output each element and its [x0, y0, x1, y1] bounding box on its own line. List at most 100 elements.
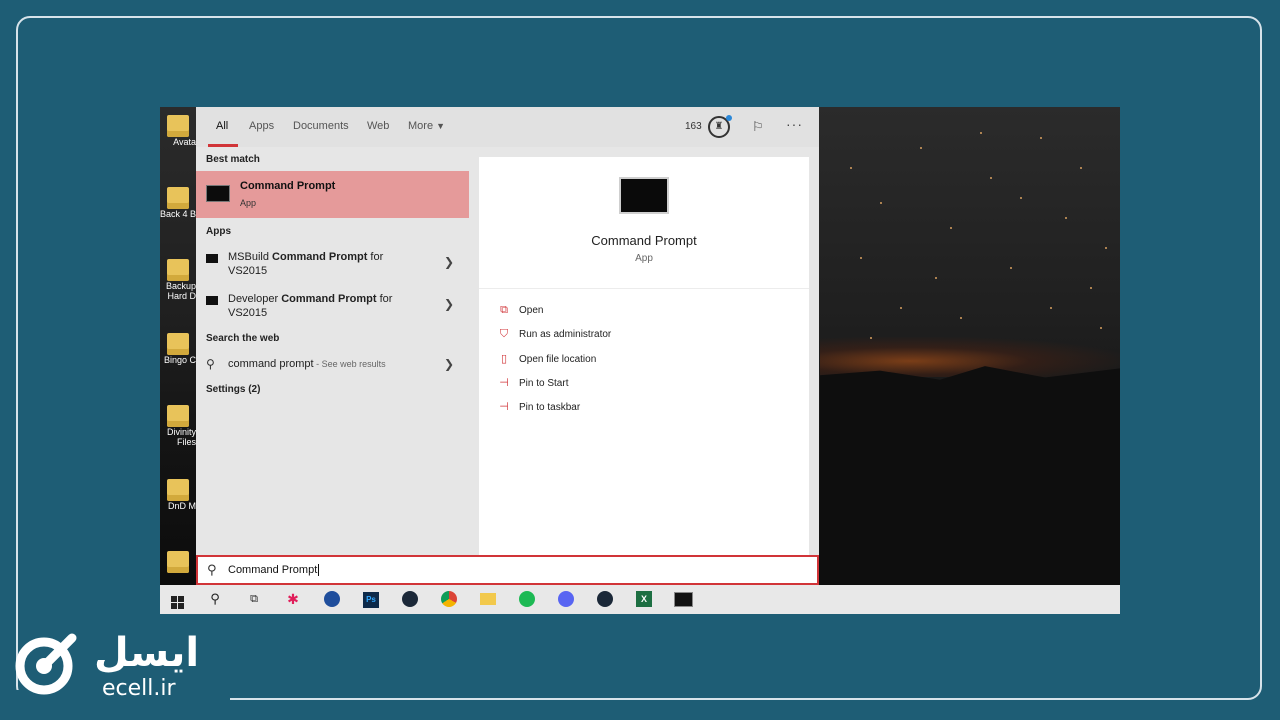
start-icon[interactable]	[168, 590, 186, 609]
taskbar: ⚲ ⧉ ✱ Ps X	[160, 585, 1120, 614]
tab-web[interactable]: Web	[367, 120, 389, 132]
command-prompt-large-icon	[619, 177, 669, 214]
section-best-match: Best match	[206, 154, 260, 165]
detail-title: Command Prompt	[591, 233, 697, 248]
app-line2: VS2015	[228, 265, 268, 277]
star	[880, 202, 882, 204]
section-apps: Apps	[206, 226, 231, 237]
action-open-file-location[interactable]: ▯ Open file location	[497, 352, 596, 365]
desktop-icon-0[interactable]: Avata	[160, 115, 196, 147]
action-label: Pin to Start	[519, 378, 569, 389]
best-match-item[interactable]: Command Prompt App	[196, 171, 469, 218]
action-label: Pin to taskbar	[519, 402, 581, 413]
app-line2: VS2015	[228, 307, 268, 319]
desktop-icon-4[interactable]: Divinity Files	[160, 405, 196, 447]
app-suffix: for	[367, 251, 384, 263]
star	[1010, 267, 1012, 269]
star	[935, 277, 937, 279]
app-bold: Command Prompt	[272, 251, 368, 263]
star	[920, 147, 922, 149]
steam-icon-2[interactable]	[596, 590, 614, 608]
desktop-icon-3[interactable]: Bingo C	[160, 333, 196, 365]
star	[1065, 217, 1067, 219]
action-label: Open file location	[519, 354, 597, 365]
search-input[interactable]: Command Prompt	[228, 564, 320, 577]
app-suffix: for	[376, 293, 393, 305]
star	[1080, 167, 1082, 169]
web-result-item[interactable]: ⚲ command prompt - See web results ❯	[196, 357, 469, 379]
tab-documents[interactable]: Documents	[293, 120, 349, 132]
cmd-icon[interactable]	[674, 590, 693, 608]
action-pin-to-taskbar[interactable]: ⊣ Pin to taskbar	[497, 400, 580, 413]
search-icon[interactable]: ⚲	[206, 590, 224, 608]
detail-subtitle: App	[635, 253, 653, 264]
section-search-web: Search the web	[206, 333, 280, 344]
tab-more-label: More	[408, 120, 434, 132]
folder-icon	[167, 551, 189, 573]
web-hint: - See web results	[313, 359, 386, 369]
logo-text-english: ecell.ir	[102, 676, 176, 701]
web-query: command prompt	[228, 358, 314, 370]
logo-mark-icon	[15, 633, 77, 695]
folder-icon	[167, 479, 189, 501]
tab-all[interactable]: All	[216, 120, 228, 132]
list-item[interactable]: Developer Command Prompt for VS2015 ❯	[196, 292, 469, 332]
section-settings[interactable]: Settings (2)	[206, 384, 260, 395]
tab-apps[interactable]: Apps	[249, 120, 274, 132]
chevron-right-icon[interactable]: ❯	[444, 255, 454, 269]
star	[1090, 287, 1092, 289]
chrome-icon[interactable]	[440, 590, 458, 608]
photoshop-icon[interactable]: Ps	[362, 590, 380, 608]
screenshot: Avata Back 4 B Backup Hard D Bingo C Div…	[160, 107, 1120, 614]
search-box[interactable]: ⚲ Command Prompt	[196, 555, 819, 585]
pin-icon: ⊣	[499, 401, 509, 413]
search-panel: All Apps Documents Web More ▼ 163 ♜ ⚐ ···…	[196, 107, 819, 555]
action-open[interactable]: ⧉ Open	[497, 304, 543, 317]
desktop-icon-2[interactable]: Backup Hard D	[160, 259, 196, 301]
app-result-text: Developer Command Prompt for VS2015	[228, 292, 428, 320]
steam-icon[interactable]	[401, 590, 419, 608]
action-label: Run as administrator	[519, 329, 612, 340]
spotify-icon[interactable]	[518, 590, 536, 608]
star	[900, 307, 902, 309]
more-options-icon[interactable]: ···	[786, 116, 803, 132]
site-logo: ایسل ecell.ir	[14, 624, 224, 704]
folder-icon	[167, 259, 189, 281]
desktop-icon-6[interactable]	[160, 551, 196, 573]
app-bold: Command Prompt	[281, 293, 377, 305]
folder-icon	[167, 333, 189, 355]
action-run-as-admin[interactable]: ⛉ Run as administrator	[497, 328, 611, 341]
points-count: 163	[685, 121, 702, 132]
star	[1020, 197, 1022, 199]
action-pin-to-start[interactable]: ⊣ Pin to Start	[497, 376, 568, 389]
shield-icon: ⛉	[499, 328, 509, 340]
best-match-subtitle: App	[240, 198, 257, 208]
results-list: Best match Command Prompt App Apps MSBui…	[196, 147, 469, 555]
feedback-icon[interactable]: ⚐	[752, 119, 764, 135]
file-icon: ▯	[500, 353, 508, 365]
star	[850, 167, 852, 169]
file-explorer-icon[interactable]	[479, 590, 497, 608]
best-match-title: Command Prompt	[240, 180, 336, 192]
tab-more[interactable]: More ▼	[408, 120, 445, 132]
search-tabs: All Apps Documents Web More ▼ 163 ♜ ⚐ ···	[196, 107, 819, 147]
star	[1040, 137, 1042, 139]
star	[870, 337, 872, 339]
excel-icon[interactable]: X	[635, 590, 653, 608]
list-item[interactable]: MSBuild Command Prompt for VS2015 ❯	[196, 250, 469, 290]
desktop-icon-1[interactable]: Back 4 B	[160, 187, 196, 219]
desktop-icon-5[interactable]: DnD M	[160, 479, 196, 511]
discord-icon[interactable]	[557, 590, 575, 608]
chevron-right-icon[interactable]: ❯	[444, 297, 454, 311]
star	[980, 132, 982, 134]
slack-icon[interactable]: ✱	[284, 590, 302, 608]
onedrive-icon[interactable]	[323, 590, 341, 608]
web-result-text: command prompt - See web results	[228, 358, 386, 370]
folder-icon	[167, 187, 189, 209]
star	[1100, 327, 1102, 329]
chevron-right-icon[interactable]: ❯	[444, 357, 454, 371]
task-view-icon[interactable]: ⧉	[245, 590, 263, 608]
desktop-icons: Avata Back 4 B Backup Hard D Bingo C Div…	[160, 107, 196, 585]
star	[1105, 247, 1107, 249]
action-label: Open	[519, 305, 544, 316]
